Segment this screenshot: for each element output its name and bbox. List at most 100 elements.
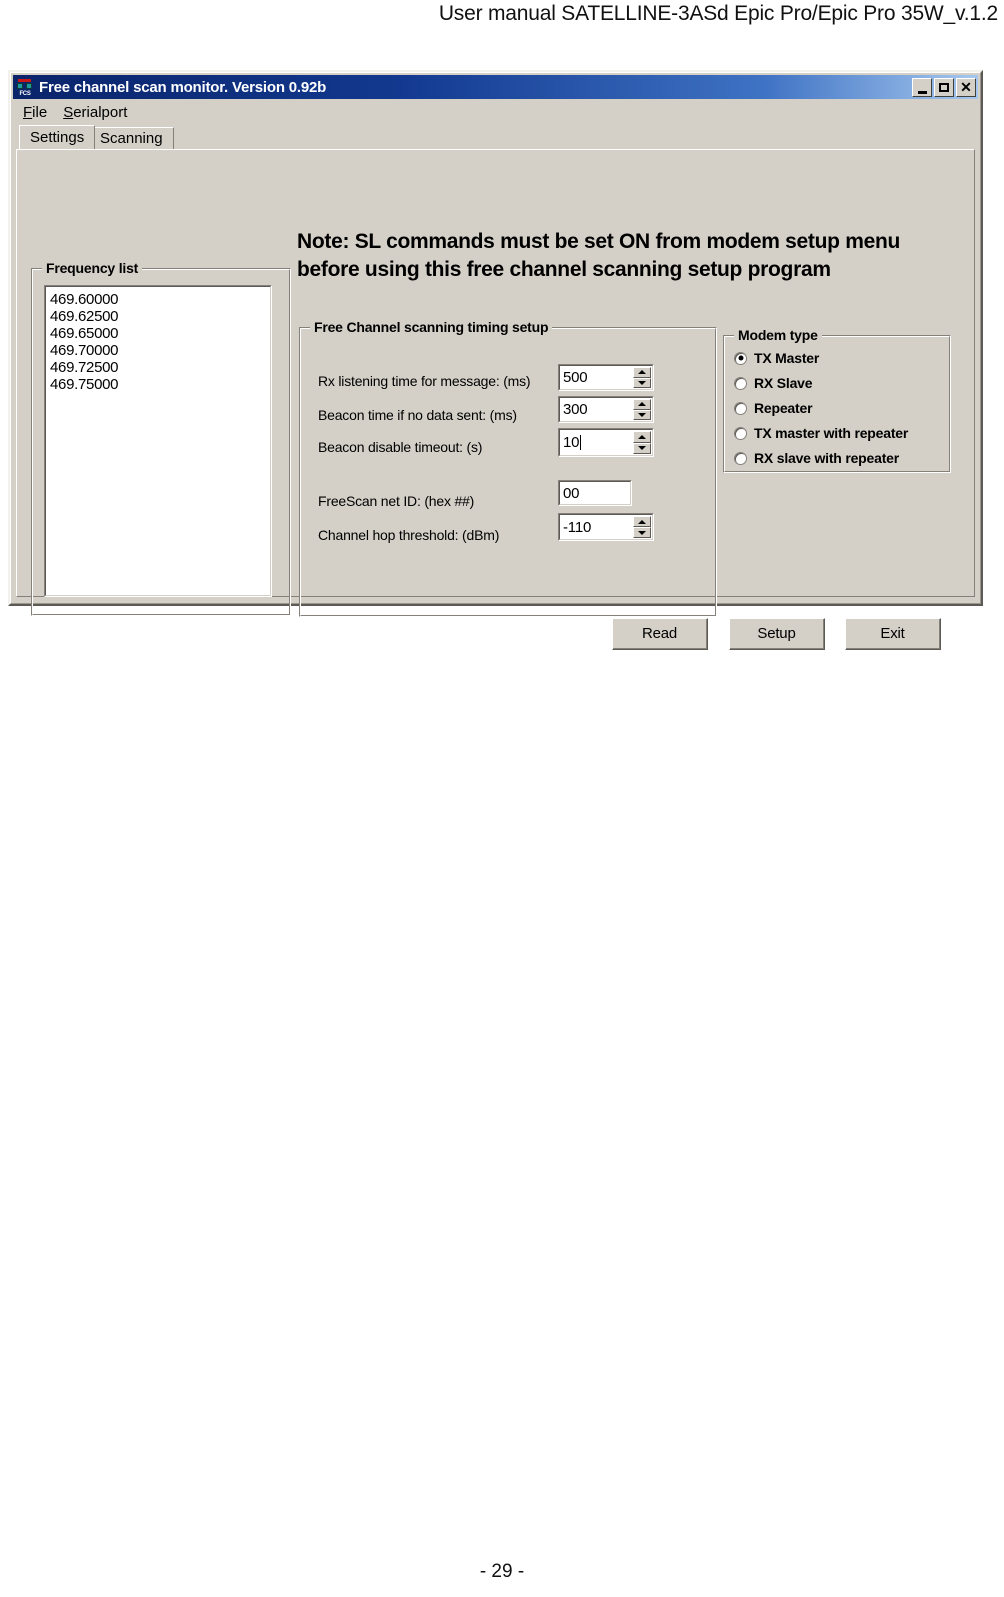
modem-type-group: Modem type TX Master RX Slave Repeater T… (723, 327, 951, 473)
page-header: User manual SATELLINE-3ASd Epic Pro/Epic… (438, 2, 998, 25)
chevron-down-icon (638, 412, 646, 417)
menu-bar: File Serialport (15, 101, 976, 123)
rx-listening-time-field[interactable]: 500 (558, 364, 654, 391)
minimize-icon (913, 79, 931, 96)
setup-note-line1: Note: SL commands must be set ON from mo… (297, 230, 901, 253)
maximize-button[interactable] (934, 77, 954, 97)
radio-rx-slave-with-repeater[interactable]: RX slave with repeater (734, 450, 899, 466)
rx-listening-time-stepper[interactable] (633, 367, 651, 388)
radio-tx-master-indicator[interactable] (734, 351, 747, 365)
radio-repeater[interactable]: Repeater (734, 400, 813, 416)
radio-repeater-indicator[interactable] (734, 401, 747, 415)
radio-rx-slave-label: RX Slave (754, 375, 813, 391)
timing-setup-title: Free Channel scanning timing setup (310, 319, 553, 335)
title-bar[interactable]: FCS Free channel scan monitor. Version 0… (13, 75, 978, 99)
rx-listening-time-decrement[interactable] (633, 377, 651, 388)
frequency-list-title: Frequency list (42, 260, 143, 276)
channel-hop-threshold-increment[interactable] (633, 516, 651, 527)
rx-listening-time-label-row: Rx listening time for message: (ms) (318, 373, 531, 389)
beacon-disable-timeout-decrement[interactable] (633, 442, 651, 454)
tab-panel-settings: Note: SL commands must be set ON from mo… (16, 149, 975, 650)
radio-tx-master-label: TX Master (754, 350, 820, 366)
chevron-down-icon (638, 530, 646, 535)
radio-rx-slave-with-repeater-indicator[interactable] (734, 451, 747, 465)
tab-settings[interactable]: Settings (19, 125, 96, 149)
list-item[interactable]: 469.70000 (50, 342, 270, 359)
beacon-time-field[interactable]: 300 (558, 396, 654, 423)
setup-button[interactable]: Setup (729, 618, 825, 650)
menu-file-rest: ile (32, 103, 48, 121)
tab-settings-label: Settings (30, 129, 85, 146)
maximize-icon (935, 79, 953, 96)
page-footer: - 29 - (479, 1561, 525, 1582)
radio-rx-slave[interactable]: RX Slave (734, 375, 813, 391)
chevron-up-icon (638, 402, 646, 407)
exit-button-label: Exit (846, 619, 940, 649)
chevron-down-icon (638, 380, 646, 385)
device-left-icon (17, 83, 23, 89)
window-title: Free channel scan monitor. Version 0.92b (39, 78, 327, 96)
menu-file-mnemonic: F (23, 103, 33, 121)
tab-strip: Settings Scanning (19, 125, 972, 149)
device-right-icon (26, 83, 32, 89)
read-button-label: Read (613, 619, 707, 649)
frequency-listbox[interactable]: 469.60000 469.62500 469.65000 469.70000 … (44, 285, 272, 597)
window-inner-bevel: FCS Free channel scan monitor. Version 0… (10, 72, 981, 650)
radio-tx-master[interactable]: TX Master (734, 350, 819, 366)
beacon-disable-timeout-stepper[interactable] (633, 431, 651, 454)
radio-tx-master-with-repeater-label: TX master with repeater (754, 425, 909, 441)
radio-repeater-label: Repeater (754, 400, 813, 416)
channel-hop-threshold-decrement[interactable] (633, 527, 651, 538)
fcs-label-icon: FCS (19, 91, 31, 97)
read-button[interactable]: Read (612, 618, 708, 650)
frequency-list-group: Frequency list 469.60000 469.62500 469.6… (31, 260, 291, 616)
channel-hop-threshold-stepper[interactable] (633, 516, 651, 538)
list-item[interactable]: 469.60000 (50, 291, 270, 308)
radio-tx-master-with-repeater-indicator[interactable] (734, 426, 747, 440)
beacon-time-stepper[interactable] (633, 399, 651, 420)
menu-item-serialport[interactable]: Serialport (63, 104, 127, 121)
rx-listening-time-increment[interactable] (633, 367, 651, 378)
freescan-net-id-label: FreeScan net ID: (hex ##) (318, 493, 475, 509)
beacon-disable-timeout-increment[interactable] (633, 431, 651, 443)
exit-button[interactable]: Exit (845, 618, 941, 650)
chevron-up-icon (638, 370, 646, 375)
application-window: FCS Free channel scan monitor. Version 0… (8, 70, 983, 650)
chevron-down-icon (638, 446, 646, 451)
setup-button-label: Setup (730, 619, 824, 649)
channel-hop-threshold-label-row: Channel hop threshold: (dBm) (318, 527, 499, 543)
frequency-listbox-inner: 469.60000 469.62500 469.65000 469.70000 … (45, 286, 271, 596)
close-icon: ✕ (960, 79, 972, 95)
freescan-net-id-input[interactable]: 00 (559, 481, 631, 505)
antenna-icon (18, 79, 31, 82)
radio-rx-slave-indicator[interactable] (734, 376, 747, 390)
list-item[interactable]: 469.62500 (50, 308, 270, 325)
timing-setup-group: Free Channel scanning timing setup Rx li… (299, 319, 717, 617)
list-item[interactable]: 469.72500 (50, 359, 270, 376)
channel-hop-threshold-label: Channel hop threshold: (dBm) (318, 527, 500, 543)
radio-tx-master-with-repeater[interactable]: TX master with repeater (734, 425, 908, 441)
setup-note-line2: before using this free channel scanning … (297, 257, 831, 281)
channel-hop-threshold-field[interactable]: -110 (558, 513, 654, 541)
text-caret (580, 435, 582, 450)
close-button[interactable]: ✕ (956, 77, 976, 97)
beacon-time-decrement[interactable] (633, 409, 651, 420)
chevron-up-icon (638, 434, 646, 439)
fcs-app-icon: FCS (16, 78, 34, 97)
beacon-disable-timeout-input: 10 (563, 434, 580, 451)
chevron-up-icon (638, 519, 646, 524)
modem-type-title: Modem type (734, 327, 822, 343)
list-item[interactable]: 469.65000 (50, 325, 270, 342)
window-controls: ✕ (912, 77, 976, 97)
beacon-disable-timeout-label-row: Beacon disable timeout: (s) (318, 439, 482, 455)
tab-scanning-label: Scanning (100, 130, 163, 147)
minimize-button[interactable] (912, 77, 932, 97)
freescan-net-id-label-row: FreeScan net ID: (hex ##) (318, 493, 474, 509)
beacon-time-label-row: Beacon time if no data sent: (ms) (318, 407, 517, 423)
freescan-net-id-field[interactable]: 00 (558, 480, 632, 506)
menu-item-file[interactable]: File (23, 104, 47, 121)
tab-scanning[interactable]: Scanning (89, 127, 174, 149)
beacon-disable-timeout-field[interactable]: 10 (558, 428, 654, 457)
list-item[interactable]: 469.75000 (50, 376, 270, 393)
beacon-time-increment[interactable] (633, 399, 651, 410)
